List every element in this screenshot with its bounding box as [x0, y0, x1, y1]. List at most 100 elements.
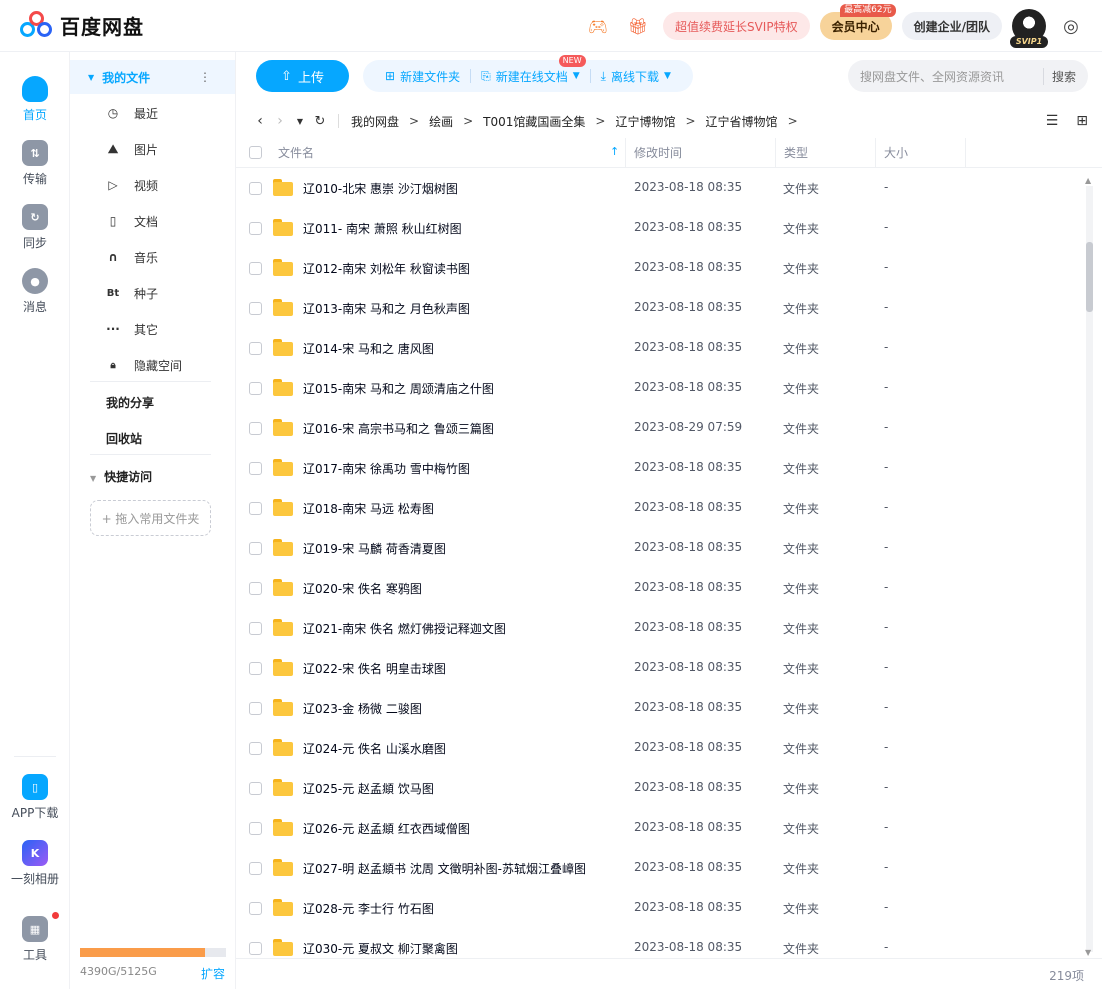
- rail-app-download[interactable]: ▯ APP下载: [0, 774, 70, 821]
- file-name[interactable]: 辽027-明 赵孟頫书 沈周 文徵明补图-苏轼烟江叠嶂图: [303, 860, 586, 877]
- table-row[interactable]: 辽027-明 赵孟頫书 沈周 文徵明补图-苏轼烟江叠嶂图 2023-08-18 0…: [236, 848, 1084, 888]
- row-checkbox[interactable]: [249, 902, 262, 915]
- sidebar-item-docs[interactable]: ▯ 文档: [106, 211, 158, 231]
- file-name[interactable]: 辽011- 南宋 萧照 秋山红树图: [303, 220, 462, 237]
- table-row[interactable]: 辽014-宋 马和之 唐风图 2023-08-18 08:35 文件夹 -: [236, 328, 1084, 368]
- breadcrumb-item[interactable]: 辽宁省博物馆: [704, 113, 780, 130]
- upload-button[interactable]: ⇧ 上传: [256, 60, 349, 92]
- row-checkbox[interactable]: [249, 742, 262, 755]
- file-name[interactable]: 辽024-元 佚名 山溪水磨图: [303, 740, 446, 757]
- rail-transfer[interactable]: ⇅ 传输: [0, 140, 70, 187]
- history-dropdown-icon[interactable]: ▼: [290, 117, 310, 126]
- row-checkbox[interactable]: [249, 222, 262, 235]
- table-row[interactable]: 辽013-南宋 马和之 月色秋声图 2023-08-18 08:35 文件夹 -: [236, 288, 1084, 328]
- table-row[interactable]: 辽030-元 夏叔文 柳汀聚禽图 2023-08-18 08:35 文件夹 -: [236, 928, 1084, 968]
- file-name[interactable]: 辽013-南宋 马和之 月色秋声图: [303, 300, 470, 317]
- table-row[interactable]: 辽012-南宋 刘松年 秋窗读书图 2023-08-18 08:35 文件夹 -: [236, 248, 1084, 288]
- rail-message[interactable]: ● 消息: [0, 268, 70, 315]
- refresh-icon[interactable]: ↻: [310, 114, 330, 129]
- vip-center-button[interactable]: 会员中心 最高减62元: [819, 4, 896, 40]
- row-checkbox[interactable]: [249, 302, 262, 315]
- header-modified-time[interactable]: 修改时间: [626, 138, 682, 168]
- search-button[interactable]: 搜索: [1042, 67, 1076, 85]
- table-row[interactable]: 辽015-南宋 马和之 周颂清庙之什图 2023-08-18 08:35 文件夹 -: [236, 368, 1084, 408]
- row-checkbox[interactable]: [249, 822, 262, 835]
- table-row[interactable]: 辽025-元 赵孟頫 饮马图 2023-08-18 08:35 文件夹 -: [236, 768, 1084, 808]
- file-name[interactable]: 辽012-南宋 刘松年 秋窗读书图: [303, 260, 470, 277]
- file-name[interactable]: 辽019-宋 马麟 荷香清夏图: [303, 540, 446, 557]
- table-row[interactable]: 辽020-宋 佚名 寒鸦图 2023-08-18 08:35 文件夹 -: [236, 568, 1084, 608]
- breadcrumb-item[interactable]: 我的网盘: [349, 113, 401, 130]
- table-row[interactable]: 辽011- 南宋 萧照 秋山红树图 2023-08-18 08:35 文件夹 -: [236, 208, 1084, 248]
- header-size[interactable]: 大小: [876, 138, 908, 168]
- row-checkbox[interactable]: [249, 942, 262, 955]
- more-options-icon[interactable]: ⋮: [199, 70, 211, 84]
- row-checkbox[interactable]: [249, 582, 262, 595]
- file-name[interactable]: 辽014-宋 马和之 唐风图: [303, 340, 434, 357]
- table-row[interactable]: 辽017-南宋 徐禹功 雪中梅竹图 2023-08-18 08:35 文件夹 -: [236, 448, 1084, 488]
- settings-icon[interactable]: ◎: [1056, 11, 1086, 41]
- file-name[interactable]: 辽026-元 赵孟頫 红衣西域僧图: [303, 820, 470, 837]
- rail-tools[interactable]: ▦ 工具: [0, 916, 70, 963]
- file-name[interactable]: 辽030-元 夏叔文 柳汀聚禽图: [303, 940, 458, 957]
- row-checkbox[interactable]: [249, 542, 262, 555]
- file-name[interactable]: 辽015-南宋 马和之 周颂清庙之什图: [303, 380, 494, 397]
- header-filename[interactable]: 文件名: [270, 138, 314, 168]
- table-row[interactable]: 辽023-金 杨微 二骏图 2023-08-18 08:35 文件夹 -: [236, 688, 1084, 728]
- file-name[interactable]: 辽016-宋 高宗书马和之 鲁颂三篇图: [303, 420, 494, 437]
- table-row[interactable]: 辽024-元 佚名 山溪水磨图 2023-08-18 08:35 文件夹 -: [236, 728, 1084, 768]
- file-name[interactable]: 辽021-南宋 佚名 燃灯佛授记释迦文图: [303, 620, 506, 637]
- row-checkbox[interactable]: [249, 862, 262, 875]
- file-name[interactable]: 辽018-南宋 马远 松寿图: [303, 500, 434, 517]
- sidebar-item-hidden-space[interactable]: 🔒︎ 隐藏空间: [106, 355, 182, 375]
- row-checkbox[interactable]: [249, 462, 262, 475]
- table-row[interactable]: 辽016-宋 高宗书马和之 鲁颂三篇图 2023-08-29 07:59 文件夹 -: [236, 408, 1084, 448]
- table-row[interactable]: 辽021-南宋 佚名 燃灯佛授记释迦文图 2023-08-18 08:35 文件夹 -: [236, 608, 1084, 648]
- sort-icon[interactable]: ☰: [1046, 113, 1059, 129]
- scroll-up-icon[interactable]: ▲: [1085, 176, 1091, 185]
- sidebar-item-images[interactable]: ⛰ 图片: [106, 139, 158, 159]
- row-checkbox[interactable]: [249, 702, 262, 715]
- table-row[interactable]: 辽010-北宋 惠崇 沙汀烟树图 2023-08-18 08:35 文件夹 -: [236, 168, 1084, 208]
- grid-view-icon[interactable]: ⊞: [1076, 113, 1088, 129]
- app-logo[interactable]: 百度网盘: [20, 10, 144, 40]
- table-row[interactable]: 辽022-宋 佚名 明皇击球图 2023-08-18 08:35 文件夹 -: [236, 648, 1084, 688]
- svip-renew-button[interactable]: 超值续费延长SVIP特权: [662, 12, 810, 40]
- back-arrow-icon[interactable]: ‹: [250, 113, 270, 129]
- scrollbar-thumb[interactable]: [1086, 242, 1093, 312]
- file-name[interactable]: 辽017-南宋 徐禹功 雪中梅竹图: [303, 460, 470, 477]
- row-checkbox[interactable]: [249, 182, 262, 195]
- breadcrumb-item[interactable]: 绘画: [427, 113, 455, 130]
- search-input[interactable]: 搜网盘文件、全网资源资讯: [860, 68, 1004, 85]
- file-name[interactable]: 辽025-元 赵孟頫 饮马图: [303, 780, 434, 797]
- sidebar-recycle-bin[interactable]: 回收站: [106, 430, 142, 447]
- expand-storage-link[interactable]: 扩容: [201, 965, 225, 982]
- rail-home[interactable]: 首页: [0, 76, 70, 123]
- new-online-doc-button[interactable]: ⎘ 新建在线文档 ▼ NEW: [471, 54, 590, 85]
- breadcrumb-item[interactable]: 辽宁博物馆: [613, 113, 677, 130]
- sidebar-item-recent[interactable]: ◷ 最近: [106, 103, 158, 123]
- rail-album[interactable]: K 一刻相册: [0, 840, 70, 887]
- file-name[interactable]: 辽022-宋 佚名 明皇击球图: [303, 660, 446, 677]
- game-icon[interactable]: 🎮︎: [583, 11, 613, 41]
- file-name[interactable]: 辽020-宋 佚名 寒鸦图: [303, 580, 422, 597]
- row-checkbox[interactable]: [249, 622, 262, 635]
- file-name[interactable]: 辽010-北宋 惠崇 沙汀烟树图: [303, 180, 458, 197]
- row-checkbox[interactable]: [249, 782, 262, 795]
- scrollbar[interactable]: ▲ ▼: [1084, 176, 1094, 958]
- breadcrumb-item[interactable]: T001馆藏国画全集: [481, 113, 587, 130]
- header-type[interactable]: 类型: [776, 138, 808, 168]
- drop-folder-zone[interactable]: + 拖入常用文件夹: [90, 500, 211, 536]
- row-checkbox[interactable]: [249, 422, 262, 435]
- sidebar-item-torrent[interactable]: Bt 种子: [106, 283, 158, 303]
- table-row[interactable]: 辽028-元 李士行 竹石图 2023-08-18 08:35 文件夹 -: [236, 888, 1084, 928]
- new-folder-button[interactable]: ⊞ 新建文件夹: [375, 68, 470, 85]
- avatar[interactable]: SVIP1: [1010, 9, 1048, 48]
- sidebar-item-music[interactable]: ∩ 音乐: [106, 247, 158, 267]
- gift-icon[interactable]: 🎁︎: [623, 11, 653, 41]
- forward-arrow-icon[interactable]: ›: [270, 113, 290, 129]
- sidebar-my-share[interactable]: 我的分享: [106, 394, 154, 411]
- sidebar-item-other[interactable]: ··· 其它: [106, 319, 158, 339]
- table-row[interactable]: 辽018-南宋 马远 松寿图 2023-08-18 08:35 文件夹 -: [236, 488, 1084, 528]
- row-checkbox[interactable]: [249, 262, 262, 275]
